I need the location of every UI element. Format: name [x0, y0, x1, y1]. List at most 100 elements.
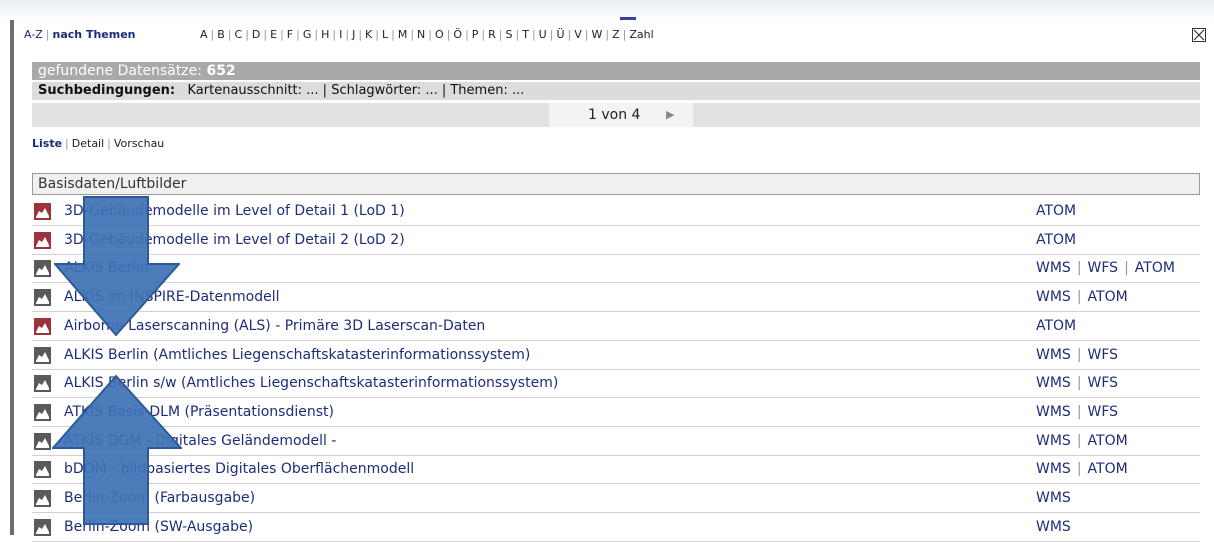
- service-links: ATOM: [1036, 232, 1076, 248]
- dataset-row: ALKIS BerlinWMS|WFS|ATOM: [32, 255, 1200, 284]
- found-records-bar: gefundene Datensätze: 652: [32, 62, 1200, 80]
- index-nav: A-Z | nach Themen: [24, 28, 136, 41]
- category-header: Basisdaten/Luftbilder: [32, 173, 1200, 195]
- download-map-icon[interactable]: [34, 203, 51, 220]
- service-link[interactable]: WMS: [1036, 490, 1071, 506]
- service-links: WMS | WFS: [1036, 375, 1119, 392]
- close-button[interactable]: [1192, 28, 1206, 42]
- view-list-link[interactable]: Liste: [32, 137, 62, 150]
- service-link[interactable]: WMS: [1036, 375, 1071, 391]
- dataset-title-link[interactable]: ALKIS Berlin (Amtliches Liegenschaftskat…: [64, 347, 530, 363]
- map-service-icon[interactable]: [34, 518, 51, 536]
- service-link[interactable]: ATOM: [1088, 289, 1128, 305]
- alphabet-nav: A | B | C | D | E | F | G | H | I | J | K | L | M | N | O | Ö | P | R | S | T |…: [200, 28, 654, 41]
- letter-link[interactable]: Ö: [453, 28, 462, 41]
- service-links: WMS: [1036, 519, 1071, 535]
- letter-link[interactable]: P: [472, 28, 479, 41]
- dataset-row: ATKIS Basis-DLM (Präsentationsdienst) WMS…: [32, 399, 1200, 427]
- map-service-icon[interactable]: [34, 375, 51, 393]
- map-service-icon[interactable]: [34, 461, 51, 479]
- service-link[interactable]: ATOM: [1088, 433, 1128, 449]
- az-link[interactable]: A-Z: [24, 28, 43, 41]
- pagination-bar: 1 von 4 ▶: [32, 103, 1200, 127]
- dataset-row: ALKIS Berlin (Amtliches Liegenschaftskat…: [32, 342, 1200, 370]
- service-link[interactable]: ATOM: [1036, 232, 1076, 248]
- service-links: ATOM: [1036, 318, 1076, 334]
- dataset-row: 3D-Gebäudemodelle im Level of Detail 2 (…: [32, 227, 1200, 255]
- map-service-icon[interactable]: [34, 490, 51, 507]
- themes-link[interactable]: nach Themen: [53, 28, 136, 41]
- map-service-icon[interactable]: [34, 289, 51, 307]
- letter-link[interactable]: M: [398, 28, 408, 41]
- service-link[interactable]: WMS: [1036, 404, 1071, 420]
- service-link[interactable]: WMS: [1036, 433, 1071, 449]
- service-link[interactable]: WFS: [1088, 375, 1119, 391]
- letter-link[interactable]: S: [506, 28, 513, 41]
- map-service-icon[interactable]: [34, 432, 51, 450]
- dataset-row: Berlin-Zoom (Farbausgabe) WMS: [32, 485, 1200, 513]
- conditions-label: Suchbedingungen:: [38, 83, 176, 98]
- service-link[interactable]: WMS: [1036, 347, 1071, 363]
- map-service-icon[interactable]: [34, 403, 51, 421]
- left-border: [10, 20, 14, 535]
- service-link[interactable]: WMS: [1036, 461, 1071, 477]
- letter-link[interactable]: F: [287, 28, 293, 41]
- up-arrow-icon: [52, 375, 182, 525]
- letter-link[interactable]: U: [539, 28, 547, 41]
- letter-link[interactable]: D: [252, 28, 260, 41]
- service-link[interactable]: ATOM: [1135, 260, 1175, 276]
- service-links: WMS | ATOM: [1036, 461, 1128, 478]
- letter-link[interactable]: N: [417, 28, 425, 41]
- download-map-icon[interactable]: [34, 231, 51, 249]
- conditions-text: Kartenausschnitt: ... | Schlagwörter: ..…: [187, 83, 525, 98]
- letter-link[interactable]: J: [352, 28, 355, 41]
- dataset-row: Airborne Laserscanning (ALS) - Primäre 3…: [32, 313, 1200, 341]
- letter-link[interactable]: Zahl: [629, 28, 653, 41]
- service-link[interactable]: ATOM: [1088, 461, 1128, 477]
- letter-link[interactable]: V: [574, 28, 582, 41]
- service-links: WMS | WFS: [1036, 403, 1119, 420]
- letter-link[interactable]: K: [365, 28, 372, 41]
- letter-link[interactable]: O: [435, 28, 444, 41]
- dataset-row: Berlin-Zoom (SW-Ausgabe) WMS: [32, 514, 1200, 542]
- next-page-icon[interactable]: ▶: [666, 108, 674, 121]
- service-links: WMS: [1036, 490, 1071, 506]
- service-link[interactable]: WFS: [1088, 260, 1119, 276]
- service-link[interactable]: WFS: [1088, 404, 1119, 420]
- service-link[interactable]: WFS: [1088, 347, 1119, 363]
- window-top-shade: [0, 0, 1214, 20]
- letter-link[interactable]: C: [235, 28, 243, 41]
- letter-link[interactable]: B: [217, 28, 225, 41]
- letter-link[interactable]: I: [339, 28, 342, 41]
- search-conditions-bar: Suchbedingungen: Kartenausschnitt: ... |…: [32, 82, 1200, 100]
- service-links: WMS | WFS: [1036, 346, 1119, 363]
- letter-link[interactable]: Z: [612, 28, 620, 41]
- letter-link[interactable]: A: [200, 28, 208, 41]
- service-link[interactable]: WMS: [1036, 519, 1071, 535]
- service-link[interactable]: WMS: [1036, 289, 1071, 305]
- view-detail-link[interactable]: Detail: [72, 137, 104, 150]
- letter-link[interactable]: Ü: [556, 28, 564, 41]
- service-link[interactable]: ATOM: [1036, 203, 1076, 219]
- service-link[interactable]: ATOM: [1036, 318, 1076, 334]
- dataset-row: 3D-Gebäudemodelle im Level of Detail 1 (…: [32, 198, 1200, 226]
- letter-link[interactable]: G: [303, 28, 312, 41]
- view-preview-link[interactable]: Vorschau: [114, 137, 164, 150]
- letter-link[interactable]: T: [522, 28, 529, 41]
- dataset-row: ATKIS DGM - Digitales Geländemodell - WMS…: [32, 428, 1200, 456]
- map-service-icon[interactable]: [34, 260, 51, 278]
- download-map-icon[interactable]: [34, 317, 51, 335]
- service-links: WMS | ATOM: [1036, 432, 1128, 449]
- service-links: ATOM: [1036, 203, 1076, 219]
- map-service-icon[interactable]: [34, 346, 51, 364]
- letter-link[interactable]: H: [321, 28, 329, 41]
- service-links: WMS | WFS | ATOM: [1036, 260, 1175, 277]
- letter-link[interactable]: W: [591, 28, 602, 41]
- service-link[interactable]: WMS: [1036, 260, 1071, 276]
- letter-link[interactable]: L: [382, 28, 388, 41]
- letter-link[interactable]: E: [270, 28, 277, 41]
- top-marker: [620, 17, 636, 20]
- down-arrow-icon: [54, 196, 180, 336]
- letter-link[interactable]: R: [488, 28, 496, 41]
- dataset-row: bDOM - bildbasiertes Digitales Oberfläch…: [32, 456, 1200, 485]
